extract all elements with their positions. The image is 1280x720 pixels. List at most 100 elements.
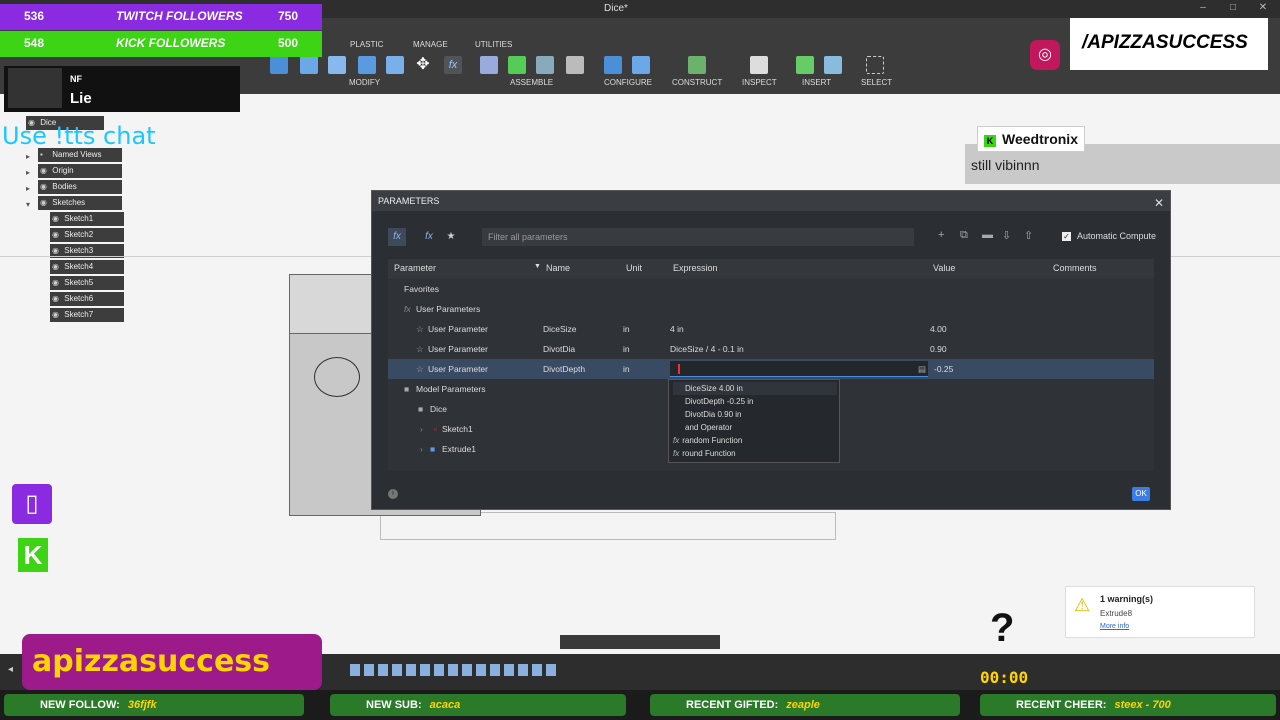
chevron-right-icon[interactable]: ▸ — [26, 152, 30, 161]
browser-named-views[interactable]: ▪ Named Views — [38, 148, 122, 162]
param-name[interactable]: DivotDepth — [543, 359, 585, 379]
scale-icon[interactable] — [386, 56, 404, 74]
info-icon[interactable]: i — [388, 489, 398, 499]
timeline-features[interactable] — [350, 664, 560, 676]
group-select[interactable]: SELECT — [861, 78, 892, 87]
sort-icon[interactable]: ▼ — [534, 263, 541, 270]
eye-icon[interactable]: ◉ — [52, 276, 62, 290]
eye-icon[interactable]: ◉ — [52, 260, 62, 274]
autocomplete-item[interactable]: DiceSize 4.00 in — [673, 382, 837, 395]
browser-sketch[interactable]: ◉ Sketch4 — [50, 260, 124, 274]
group-inspect[interactable]: INSPECT — [742, 78, 777, 87]
autocomplete-item[interactable]: and Operator — [673, 421, 837, 434]
chevron-right-icon[interactable]: ▸ — [26, 168, 30, 177]
param-name[interactable]: DiceSize — [543, 319, 577, 339]
expression-input[interactable] — [670, 361, 928, 377]
autocomplete-item[interactable]: DivotDepth -0.25 in — [673, 395, 837, 408]
warning-link[interactable]: More info — [1100, 623, 1129, 630]
fx-filter-icon[interactable]: fx — [388, 228, 406, 246]
browser-origin[interactable]: ◉ Origin — [38, 164, 122, 178]
filter-input[interactable]: Filter all parameters — [482, 228, 914, 246]
fx-user-filter-icon[interactable]: fx — [420, 228, 438, 246]
table-row[interactable]: ☆ User Parameter DivotDia in DiceSize / … — [388, 339, 1154, 359]
eye-icon[interactable]: ◉ — [40, 180, 50, 194]
chevron-right-icon[interactable]: › — [420, 419, 423, 439]
select-icon[interactable] — [866, 56, 884, 74]
eye-icon[interactable]: ◉ — [52, 228, 62, 242]
browser-sketch[interactable]: ◉ Sketch2 — [50, 228, 124, 242]
eye-icon[interactable]: ◉ — [52, 308, 62, 322]
insert-image-icon[interactable] — [824, 56, 842, 74]
autocomplete-item[interactable]: DivotDia 0.90 in — [673, 408, 837, 421]
tab-utilities[interactable]: UTILITIES — [475, 40, 512, 49]
tab-plastic[interactable]: PLASTIC — [350, 40, 383, 49]
param-unit[interactable]: in — [623, 339, 630, 359]
dice-divot[interactable] — [314, 357, 360, 397]
eye-icon[interactable]: ◉ — [40, 196, 50, 210]
eye-icon[interactable]: ◉ — [52, 292, 62, 306]
col-value[interactable]: Value — [933, 263, 955, 273]
offset-plane-icon[interactable] — [688, 56, 706, 74]
checkbox-checked-icon[interactable]: ✓ — [1062, 232, 1071, 241]
star-icon[interactable]: ☆ — [416, 359, 424, 379]
configure-table-icon[interactable] — [632, 56, 650, 74]
group-assemble[interactable]: ASSEMBLE — [510, 78, 553, 87]
delete-icon[interactable]: ▬ — [982, 229, 993, 241]
browser-sketch[interactable]: ◉ Sketch1 — [50, 212, 124, 226]
browser-sketch[interactable]: ◉ Sketch7 — [50, 308, 124, 322]
chevron-down-icon[interactable]: ▾ — [26, 200, 30, 209]
timeline-play-icon[interactable]: ◂ — [8, 664, 13, 675]
col-name[interactable]: Name — [546, 263, 570, 273]
export-icon[interactable]: ⇧ — [1024, 229, 1033, 242]
param-expression[interactable]: 4 in — [670, 319, 684, 339]
new-component-icon[interactable] — [480, 56, 498, 74]
autocomplete-item[interactable]: fx random Function — [673, 434, 837, 447]
param-unit[interactable]: in — [623, 319, 630, 339]
add-icon[interactable]: + — [938, 229, 944, 241]
chevron-right-icon[interactable]: › — [420, 439, 423, 459]
combine-icon[interactable] — [358, 56, 376, 74]
eye-icon[interactable]: ◉ — [52, 212, 62, 226]
chevron-right-icon[interactable]: ▸ — [26, 184, 30, 193]
eye-icon[interactable]: ◉ — [40, 164, 50, 178]
insert-icon[interactable] — [796, 56, 814, 74]
navigation-bar[interactable] — [560, 635, 720, 649]
copy-icon[interactable]: ⧉ — [960, 229, 968, 242]
table-row[interactable]: ☆ User Parameter DiceSize in 4 in 4.00 — [388, 319, 1154, 339]
favorites-row[interactable]: Favorites — [388, 279, 1154, 299]
calculator-icon[interactable]: ▤ — [918, 359, 926, 379]
import-icon[interactable]: ⇩ — [1002, 229, 1011, 242]
star-icon[interactable]: ☆ — [416, 319, 424, 339]
configure-icon[interactable] — [604, 56, 622, 74]
warning-toast[interactable]: ⚠ 1 warning(s) Extrude8 More info — [1065, 586, 1255, 638]
user-params-group[interactable]: fx User Parameters — [388, 299, 1154, 319]
as-built-joint-icon[interactable] — [536, 56, 554, 74]
maximize-icon[interactable]: □ — [1226, 2, 1240, 16]
shell-icon[interactable] — [328, 56, 346, 74]
browser-sketch[interactable]: ◉ Sketch6 — [50, 292, 124, 306]
group-configure[interactable]: CONFIGURE — [604, 78, 652, 87]
move-icon[interactable]: ✥ — [414, 56, 432, 74]
group-modify[interactable]: MODIFY — [349, 78, 380, 87]
param-unit[interactable]: in — [623, 359, 630, 379]
group-construct[interactable]: CONSTRUCT — [672, 78, 722, 87]
measure-icon[interactable] — [750, 56, 768, 74]
parameters-fx-icon[interactable]: fx — [444, 56, 462, 74]
col-expression[interactable]: Expression — [673, 263, 718, 273]
browser-sketches[interactable]: ◉ Sketches — [38, 196, 122, 210]
browser-bodies[interactable]: ◉ Bodies — [38, 180, 122, 194]
minimize-icon[interactable]: – — [1196, 2, 1210, 16]
group-insert[interactable]: INSERT — [802, 78, 831, 87]
fillet-icon[interactable] — [300, 56, 318, 74]
ok-button[interactable]: OK — [1132, 487, 1150, 501]
col-comments[interactable]: Comments — [1053, 263, 1097, 273]
col-parameter[interactable]: Parameter — [394, 263, 436, 273]
close-icon[interactable]: ✕ — [1154, 193, 1164, 213]
autocomplete-item[interactable]: fx round Function — [673, 447, 837, 460]
param-expression[interactable]: DiceSize / 4 - 0.1 in — [670, 339, 744, 359]
assemble-extra-icon[interactable] — [566, 56, 584, 74]
modify-tool-icon[interactable] — [270, 56, 288, 74]
tab-manage[interactable]: MANAGE — [413, 40, 448, 49]
browser-sketch[interactable]: ◉ Sketch5 — [50, 276, 124, 290]
joint-icon[interactable] — [508, 56, 526, 74]
